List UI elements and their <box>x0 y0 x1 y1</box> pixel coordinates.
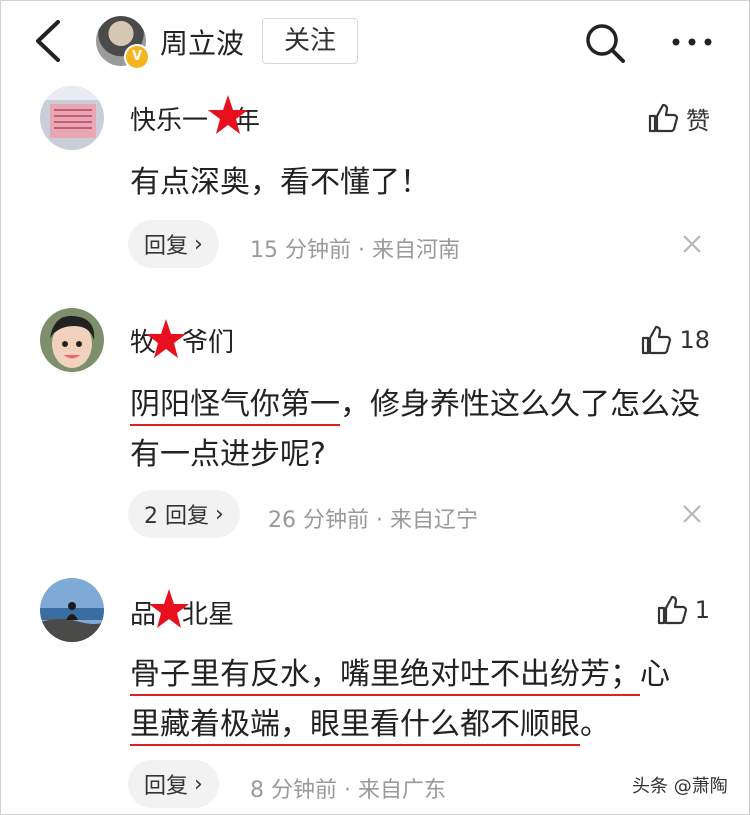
red-star-redaction-icon <box>149 589 189 628</box>
reply-button[interactable]: 回复 › <box>128 220 219 268</box>
comment-text: 骨子里有反水，嘴里绝对吐不出纷芳；心 里藏着极端，眼里看什么都不顺眼。 <box>130 650 720 750</box>
red-star-redaction-icon <box>146 319 186 358</box>
like-count: 18 <box>679 326 710 354</box>
reply-button[interactable]: 回复 › <box>128 760 219 808</box>
watermark: 头条 @萧陶 <box>632 776 728 797</box>
follow-button[interactable]: 关注 <box>262 18 358 64</box>
verified-badge-icon: V <box>124 44 150 70</box>
comment-meta: 15 分钟前 · 来自河南 <box>250 238 461 263</box>
thumbs-up-icon <box>642 325 672 355</box>
chevron-right-icon: › <box>215 501 224 527</box>
thumbs-up-icon <box>657 595 687 625</box>
comment-text: 有点深奥，看不懂了！ <box>130 165 430 200</box>
more-options-icon[interactable] <box>670 22 714 62</box>
like-label: 赞 <box>686 106 710 135</box>
comment-meta: 8 分钟前 · 来自广东 <box>250 778 447 803</box>
reply-button[interactable]: 2 回复 › <box>128 490 240 538</box>
like-button[interactable]: 1 <box>655 590 710 630</box>
commenter-avatar[interactable] <box>40 86 104 150</box>
like-button[interactable]: 赞 <box>646 98 710 138</box>
search-icon[interactable] <box>584 22 626 64</box>
chevron-right-icon: › <box>194 771 203 797</box>
thumbs-up-icon <box>648 103 678 133</box>
commenter-avatar[interactable] <box>40 578 104 642</box>
author-avatar[interactable]: V <box>96 16 150 70</box>
comment-meta: 26 分钟前 · 来自辽宁 <box>268 508 479 533</box>
top-bar: V 周立波 关注 <box>0 0 750 84</box>
dismiss-icon[interactable] <box>678 230 706 258</box>
underlined-phrase: 阴阳怪气你第一 <box>130 387 340 426</box>
like-count: 1 <box>694 596 710 624</box>
comment-text: 阴阳怪气你第一，修身养性这么久了怎么没有一点进步呢? <box>130 387 700 472</box>
author-name[interactable]: 周立波 <box>160 22 244 62</box>
dismiss-icon[interactable] <box>678 500 706 528</box>
red-star-redaction-icon <box>208 95 248 134</box>
chevron-right-icon: › <box>194 231 203 257</box>
commenter-avatar[interactable] <box>40 308 104 372</box>
back-icon[interactable] <box>32 18 64 64</box>
like-button[interactable]: 18 <box>639 320 710 360</box>
